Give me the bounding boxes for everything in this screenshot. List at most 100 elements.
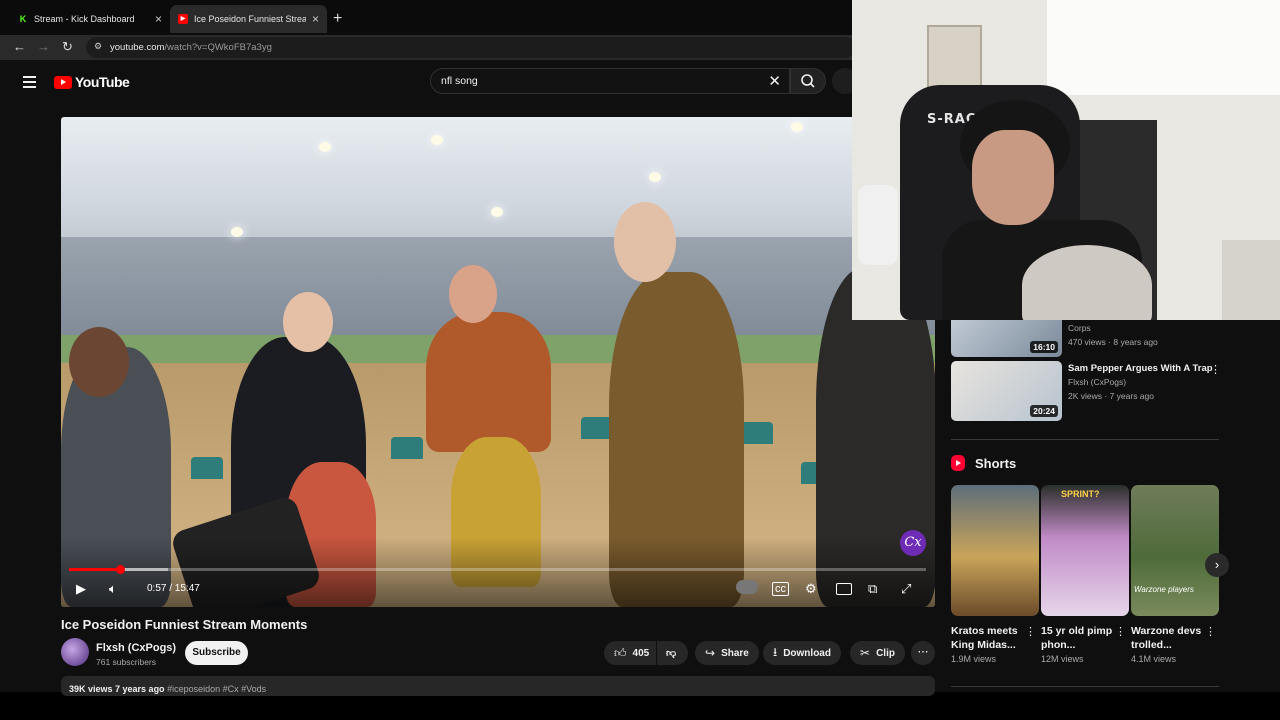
video-duration: 16:10 xyxy=(1030,341,1058,353)
chevron-right-icon[interactable]: › xyxy=(1205,553,1229,577)
shorts-title: Shorts xyxy=(975,455,1017,471)
menu-icon[interactable] xyxy=(23,76,36,91)
recommended-video[interactable]: 20:24 Sam Pepper Argues With A Trap Flxs… xyxy=(951,361,1231,421)
video-thumbnail[interactable]: 20:24 xyxy=(951,361,1062,421)
forward-arrow-icon[interactable]: → xyxy=(37,39,50,54)
short-overlay-text: Warzone players xyxy=(1134,585,1194,594)
search-input[interactable]: nfl song ✕ xyxy=(430,68,790,94)
video-channel[interactable]: Flxsh (CxPogs) xyxy=(1068,377,1126,387)
short-title[interactable]: Warzone devs trolled... xyxy=(1131,624,1205,652)
shorts-icon xyxy=(951,455,965,471)
download-button[interactable]: ⭳ Download xyxy=(763,641,841,665)
url-text: youtube.com/watch?v=QWkoFB7a3yg xyxy=(110,42,272,53)
share-button[interactable]: ↪ Share xyxy=(695,641,759,665)
view-stats: 39K views 7 years ago xyxy=(69,684,165,694)
youtube-logo[interactable]: YouTube xyxy=(54,74,130,90)
site-info-icon[interactable]: ⚙ xyxy=(94,41,102,52)
captions-icon[interactable]: cc xyxy=(772,582,789,596)
play-icon[interactable]: ▶ xyxy=(76,581,86,597)
video-frame-person-head xyxy=(283,292,333,352)
download-label: Download xyxy=(783,647,831,659)
video-frame-person-head xyxy=(449,265,497,323)
video-frame-light xyxy=(319,142,331,152)
address-bar[interactable]: ⚙ youtube.com/watch?v=QWkoFB7a3yg xyxy=(86,37,856,58)
short-thumbnail[interactable]: SPRINT? xyxy=(1041,485,1129,616)
search-query: nfl song xyxy=(441,75,478,87)
short-item[interactable]: SPRINT? 15 yr old pimp phon... 12M views… xyxy=(1041,485,1129,664)
short-title[interactable]: Kratos meets King Midas... xyxy=(951,624,1025,652)
close-icon[interactable]: × xyxy=(155,12,162,26)
webcam-streamer-face xyxy=(972,130,1054,225)
browser-tab-strip: K Stream - Kick Dashboard × ▶ Ice Poseid… xyxy=(0,0,860,35)
more-options-icon[interactable]: ⋮ xyxy=(1115,625,1126,638)
tab-title: Stream - Kick Dashboard xyxy=(34,14,135,24)
autoplay-toggle[interactable] xyxy=(736,580,758,594)
subscribe-button[interactable]: Subscribe xyxy=(185,641,248,665)
screen: K Stream - Kick Dashboard × ▶ Ice Poseid… xyxy=(0,0,1280,720)
download-icon: ⭳ xyxy=(773,644,778,659)
video-frame-chair xyxy=(741,422,773,444)
fullscreen-icon[interactable]: ⤢ xyxy=(901,581,911,597)
webcam-poster xyxy=(927,25,982,90)
share-icon: ↪ xyxy=(705,646,716,660)
video-player[interactable]: Cx ▶ 🔈︎ 0:57 / 15:47 cc ⚙ ⧉ ⤢ xyxy=(61,117,935,607)
video-frame-person-head xyxy=(614,202,676,282)
video-channel[interactable]: Corps xyxy=(1068,323,1091,333)
video-duration: 20:24 xyxy=(1030,405,1058,417)
short-thumbnail[interactable] xyxy=(951,485,1039,616)
webcam-background-object xyxy=(1222,240,1280,320)
webcam-window-light xyxy=(1047,0,1280,95)
back-arrow-icon[interactable]: ← xyxy=(13,39,26,54)
scissors-icon: ✂ xyxy=(860,646,871,660)
like-button[interactable]: 👍︎ 405 xyxy=(604,641,656,665)
short-views: 12M views xyxy=(1041,654,1084,664)
clear-search-icon[interactable]: ✕ xyxy=(768,72,781,90)
video-title[interactable]: Sam Pepper Argues With A Trap xyxy=(1068,363,1218,374)
progress-bar[interactable] xyxy=(69,565,926,574)
hashtags[interactable]: #iceposeidon #Cx #Vods xyxy=(167,684,266,694)
section-divider xyxy=(951,686,1219,687)
video-frame-person xyxy=(426,312,551,452)
close-icon[interactable]: × xyxy=(312,12,319,26)
reload-icon[interactable]: ↻ xyxy=(62,39,73,55)
progress-scrubber[interactable] xyxy=(115,565,125,574)
video-frame-light xyxy=(491,207,503,217)
share-label: Share xyxy=(721,647,749,659)
cast-icon[interactable]: ⧉ xyxy=(868,581,877,597)
webcam-chair-side xyxy=(858,185,898,265)
video-frame-chair xyxy=(191,457,223,479)
settings-gear-icon[interactable]: ⚙ xyxy=(805,581,817,597)
more-options-icon[interactable]: ⋮ xyxy=(1210,363,1221,376)
clip-button[interactable]: ✂ Clip xyxy=(850,641,905,665)
search-button[interactable] xyxy=(790,68,826,94)
more-actions-icon[interactable]: ⋯ xyxy=(911,641,935,665)
volume-icon[interactable]: 🔈︎ xyxy=(109,581,117,597)
video-frame-light xyxy=(791,122,803,132)
thumbs-up-icon: 👍︎ xyxy=(614,645,627,660)
video-meta: 2K views · 7 years ago xyxy=(1068,391,1154,401)
tab-youtube-video[interactable]: ▶ Ice Poseidon Funniest Stream M × xyxy=(170,5,327,33)
subscriber-count: 761 subscribers xyxy=(96,657,157,667)
short-thumbnail[interactable]: Warzone players xyxy=(1131,485,1219,616)
tab-title: Ice Poseidon Funniest Stream M xyxy=(194,14,306,24)
short-item[interactable]: Warzone players Warzone devs trolled... … xyxy=(1131,485,1219,664)
more-options-icon[interactable]: ⋮ xyxy=(1025,625,1036,638)
channel-watermark[interactable]: Cx xyxy=(900,530,926,556)
youtube-icon: ▶ xyxy=(178,14,188,24)
progress-played xyxy=(69,568,121,571)
short-overlay-text: SPRINT? xyxy=(1061,489,1100,499)
browser-toolbar: ← → ↻ ⚙ youtube.com/watch?v=QWkoFB7a3yg xyxy=(0,35,860,60)
webcam-overlay: S-RAC xyxy=(852,0,1280,320)
channel-avatar[interactable] xyxy=(61,638,89,666)
short-title[interactable]: 15 yr old pimp phon... xyxy=(1041,624,1115,652)
short-item[interactable]: Kratos meets King Midas... 1.9M views ⋮ xyxy=(951,485,1039,664)
dislike-button[interactable]: 👎︎ xyxy=(657,641,688,665)
time-display: 0:57 / 15:47 xyxy=(147,583,200,594)
more-options-icon[interactable]: ⋮ xyxy=(1205,625,1216,638)
description-box[interactable]: 39K views 7 years ago #iceposeidon #Cx #… xyxy=(61,676,935,696)
channel-name[interactable]: Flxsh (CxPogs) xyxy=(96,642,176,654)
miniplayer-icon[interactable] xyxy=(836,583,852,595)
short-views: 4.1M views xyxy=(1131,654,1177,664)
new-tab-icon[interactable]: + xyxy=(333,10,342,28)
tab-kick-dashboard[interactable]: K Stream - Kick Dashboard × xyxy=(10,5,170,33)
